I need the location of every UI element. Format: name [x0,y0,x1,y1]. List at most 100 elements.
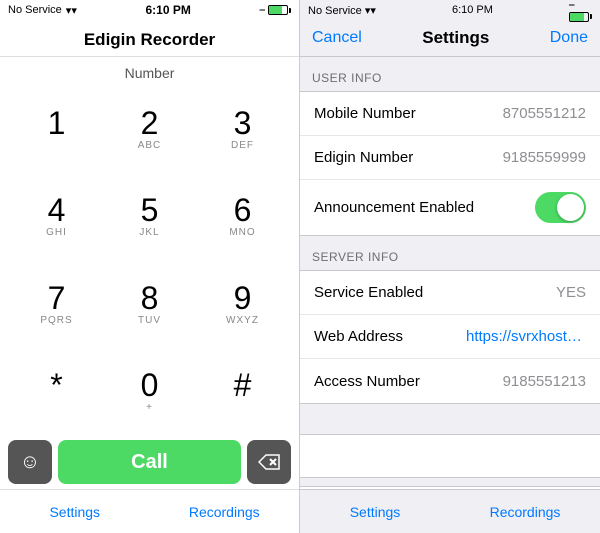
battery-tip-right [590,14,592,19]
dial-key-0[interactable]: 0 + [103,348,196,436]
time-right: 6:10 PM [452,4,493,16]
empty-row-1 [300,434,600,478]
bottom-tabs-right: Settings Recordings [300,489,600,533]
edigin-number-label: Edigin Number [314,149,413,166]
dial-key-5[interactable]: 5 JKL [103,173,196,261]
cancel-button[interactable]: Cancel [312,29,362,47]
bluetooth-icon-left: ⎯ [259,4,265,17]
dial-key-pound[interactable]: # [196,348,289,436]
tab-recordings-right[interactable]: Recordings [450,490,600,533]
toggle-knob [557,194,584,221]
service-enabled-row: Service Enabled YES [300,271,600,315]
access-number-label: Access Number [314,373,420,390]
spacer [300,404,600,434]
letters-7: PQRS [40,315,72,326]
status-bar-right: No Service ▾▾ 6:10 PM ⎯ [300,0,600,20]
battery-fill-left [269,6,283,14]
letters-0: + [146,402,153,413]
dial-key-2[interactable]: 2 ABC [103,85,196,173]
tab-recordings-left[interactable]: Recordings [150,490,300,533]
letters-pound [241,402,245,413]
letters-star [55,402,59,413]
edigin-number-row: Edigin Number 9185559999 [300,136,600,180]
tab-settings-right[interactable]: Settings [300,490,450,533]
letters-5: JKL [139,227,159,238]
person-icon: ☺ [20,451,40,474]
user-info-group: Mobile Number 8705551212 Edigin Number 9… [300,91,600,236]
mobile-number-value: 8705551212 [503,105,586,122]
dial-key-7[interactable]: 7 PQRS [10,260,103,348]
call-button[interactable]: Call [58,440,241,484]
dial-key-star[interactable]: * [10,348,103,436]
web-address-row: Web Address https://svrxhosted.ed... [300,315,600,359]
letters-3: DEF [231,140,254,151]
wifi-icon-left: ▾▾ [66,4,77,17]
letters-6: MNO [229,227,255,238]
settings-list: USER INFO Mobile Number 8705551212 Edigi… [300,57,600,489]
app-title-text: Edigin Recorder [84,30,215,49]
digit-4: 4 [48,194,66,226]
letters-1 [55,140,59,151]
server-info-group: Service Enabled YES Web Address https://… [300,270,600,404]
service-enabled-value: YES [556,284,586,301]
dial-key-3[interactable]: 3 DEF [196,85,289,173]
call-bar: ☺ Call [0,435,299,489]
right-left-status: No Service ▾▾ [308,4,376,17]
battery-right [569,12,592,22]
wifi-icon-right: ▾▾ [365,5,376,17]
digit-pound: # [234,369,252,401]
service-enabled-label: Service Enabled [314,284,423,301]
backspace-icon [258,454,280,470]
access-number-value: 9185551213 [503,373,586,390]
dial-key-4[interactable]: 4 GHI [10,173,103,261]
left-panel: No Service ▾▾ 6:10 PM ⎯ Edigin Recorder … [0,0,300,533]
announcement-enabled-label: Announcement Enabled [314,199,474,216]
delete-button[interactable] [247,440,291,484]
dial-key-6[interactable]: 6 MNO [196,173,289,261]
digit-0: 0 [141,369,159,401]
battery-tip-left [289,8,291,13]
tab-recordings-left-label: Recordings [189,504,260,520]
done-button[interactable]: Done [550,29,588,47]
right-panel: No Service ▾▾ 6:10 PM ⎯ Cancel Settings … [300,0,600,533]
access-number-row: Access Number 9185551213 [300,359,600,403]
digit-5: 5 [141,194,159,226]
number-label: Number [0,57,299,85]
mobile-number-row: Mobile Number 8705551212 [300,92,600,136]
dial-key-9[interactable]: 9 WXYZ [196,260,289,348]
no-service-label-left: No Service [8,4,62,16]
announcement-toggle[interactable] [535,192,586,223]
section-header-user-info: USER INFO [300,57,600,91]
announcement-enabled-row: Announcement Enabled [300,180,600,235]
digit-1: 1 [48,107,66,139]
tab-settings-right-label: Settings [350,504,401,520]
battery-body-left [268,5,288,15]
bluetooth-icon-right: ⎯ [569,0,575,11]
digit-3: 3 [234,107,252,139]
web-address-label: Web Address [314,328,403,345]
digit-7: 7 [48,282,66,314]
right-icons-right: ⎯ [569,0,592,22]
dialpad: 1 2 ABC 3 DEF 4 GHI 5 JKL 6 MNO 7 PQRS 8 [0,85,299,435]
spacer2 [300,478,600,486]
letters-4: GHI [46,227,67,238]
letters-8: TUV [138,315,161,326]
section-header-server-info: SERVER INFO [300,236,600,270]
letters-9: WXYZ [226,315,259,326]
mobile-number-label: Mobile Number [314,105,416,122]
dial-key-1[interactable]: 1 [10,85,103,173]
contact-button[interactable]: ☺ [8,440,52,484]
tab-settings-left[interactable]: Settings [0,490,150,533]
settings-title: Settings [422,28,489,48]
bottom-tabs-left: Settings Recordings [0,489,299,533]
app-title: Edigin Recorder [0,20,299,57]
dial-key-8[interactable]: 8 TUV [103,260,196,348]
digit-9: 9 [234,282,252,314]
status-bar-left: No Service ▾▾ 6:10 PM ⎯ [0,0,299,20]
no-service-label-right: No Service [308,5,362,17]
digit-6: 6 [234,194,252,226]
edigin-number-value: 9185559999 [503,149,586,166]
left-status-group: No Service ▾▾ [8,4,77,17]
battery-left [268,5,291,15]
digit-2: 2 [141,107,159,139]
